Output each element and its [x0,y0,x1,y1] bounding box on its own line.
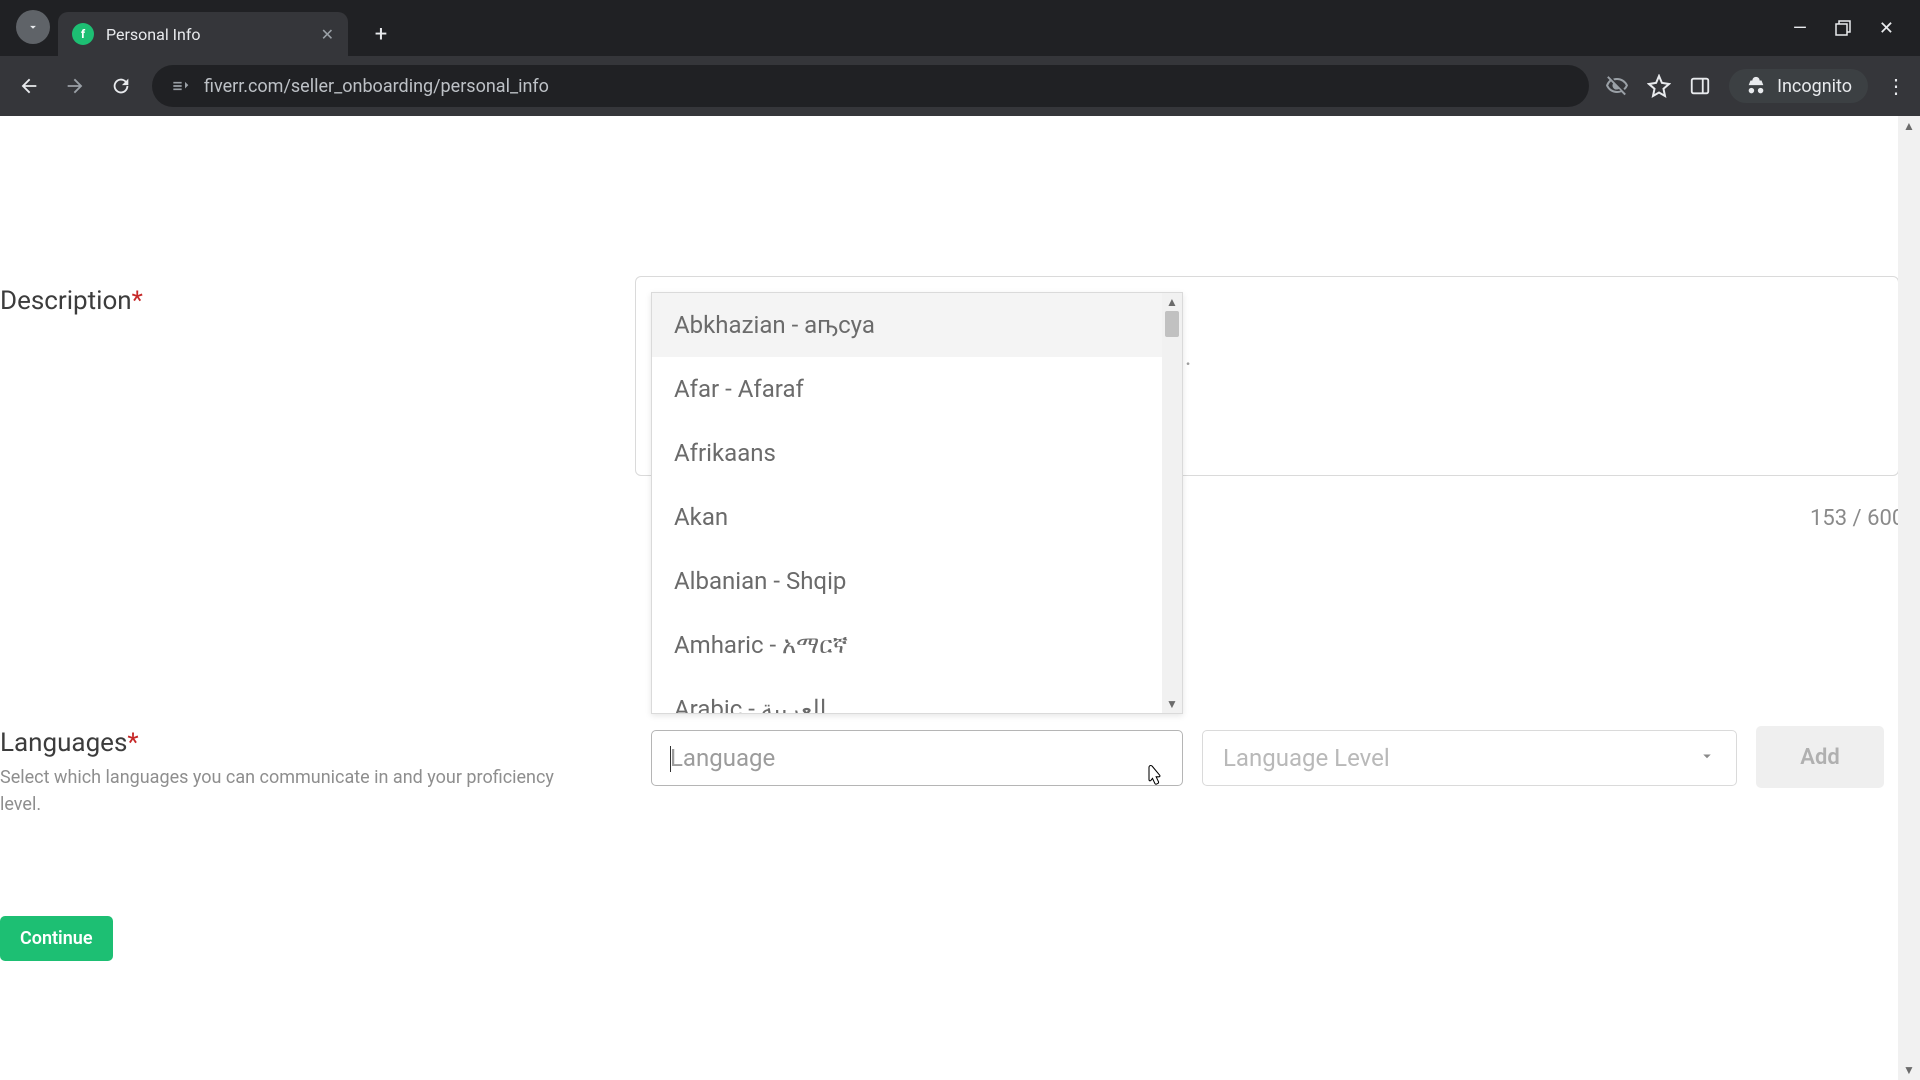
scrollbar-thumb[interactable] [1165,311,1179,337]
site-favicon: f [72,23,94,45]
bookmark-star-icon[interactable] [1647,74,1671,98]
url-text: fiverr.com/seller_onboarding/personal_in… [204,76,549,97]
back-button[interactable] [14,71,44,101]
page-content: Description* . 153 / 600 Languages* Sele… [0,116,1920,1080]
dropdown-scrollbar[interactable]: ▲ ▼ [1162,293,1182,713]
profile-menu-button[interactable] [16,10,50,44]
scroll-up-arrow-icon[interactable]: ▲ [1162,293,1182,311]
language-level-select[interactable]: Language Level [1202,730,1737,786]
eye-off-icon[interactable] [1605,74,1629,98]
close-tab-button[interactable]: ✕ [321,25,334,44]
level-placeholder: Language Level [1223,744,1390,772]
browser-tab-strip: f Personal Info ✕ + — ✕ [0,0,1920,56]
window-close-button[interactable]: ✕ [1879,18,1894,39]
languages-help-text: Select which languages you can communica… [0,764,560,818]
browser-tab[interactable]: f Personal Info ✕ [58,12,348,56]
continue-button[interactable]: Continue [0,916,113,961]
language-dropdown: Abkhazian - аҧсуа Afar - Afaraf Afrikaan… [651,292,1183,714]
address-bar[interactable]: fiverr.com/seller_onboarding/personal_in… [152,65,1589,107]
browser-menu-button[interactable]: ⋮ [1886,74,1906,98]
language-option[interactable]: Albanian - Shqip [652,549,1162,613]
scroll-down-arrow-icon[interactable]: ▼ [1162,695,1182,713]
language-option[interactable]: Amharic - አማርኛ [652,613,1162,677]
language-option[interactable]: Akan [652,485,1162,549]
required-marker: * [132,286,143,316]
description-text-fragment: . [1185,343,1191,371]
add-language-button[interactable]: Add [1756,726,1884,788]
incognito-indicator[interactable]: Incognito [1729,69,1868,103]
incognito-icon [1745,75,1767,97]
description-label: Description* [0,286,143,316]
reload-button[interactable] [106,71,136,101]
tab-title: Personal Info [106,25,321,44]
language-placeholder: Language [670,744,775,772]
window-minimize-button[interactable]: — [1793,18,1807,39]
panel-icon[interactable] [1689,75,1711,97]
page-scrollbar[interactable]: ▲ ▼ [1898,116,1920,1080]
forward-button[interactable] [60,71,90,101]
character-counter: 153 / 600 [1810,506,1904,531]
new-tab-button[interactable]: + [366,22,396,47]
chevron-down-icon [26,20,40,34]
scroll-down-arrow-icon[interactable]: ▼ [1898,1060,1920,1080]
browser-toolbar: fiverr.com/seller_onboarding/personal_in… [0,56,1920,116]
required-marker: * [127,728,138,758]
window-maximize-button[interactable] [1835,20,1851,36]
language-select[interactable]: Language [651,730,1183,786]
language-option[interactable]: Arabic - العربية [652,677,1162,713]
language-option[interactable]: Abkhazian - аҧсуа [652,293,1162,357]
incognito-label: Incognito [1777,76,1852,97]
language-option[interactable]: Afar - Afaraf [652,357,1162,421]
site-settings-icon[interactable] [170,76,190,96]
languages-label: Languages* [0,728,139,758]
language-option[interactable]: Afrikaans [652,421,1162,485]
chevron-down-icon [1698,747,1716,769]
scroll-up-arrow-icon[interactable]: ▲ [1898,116,1920,136]
